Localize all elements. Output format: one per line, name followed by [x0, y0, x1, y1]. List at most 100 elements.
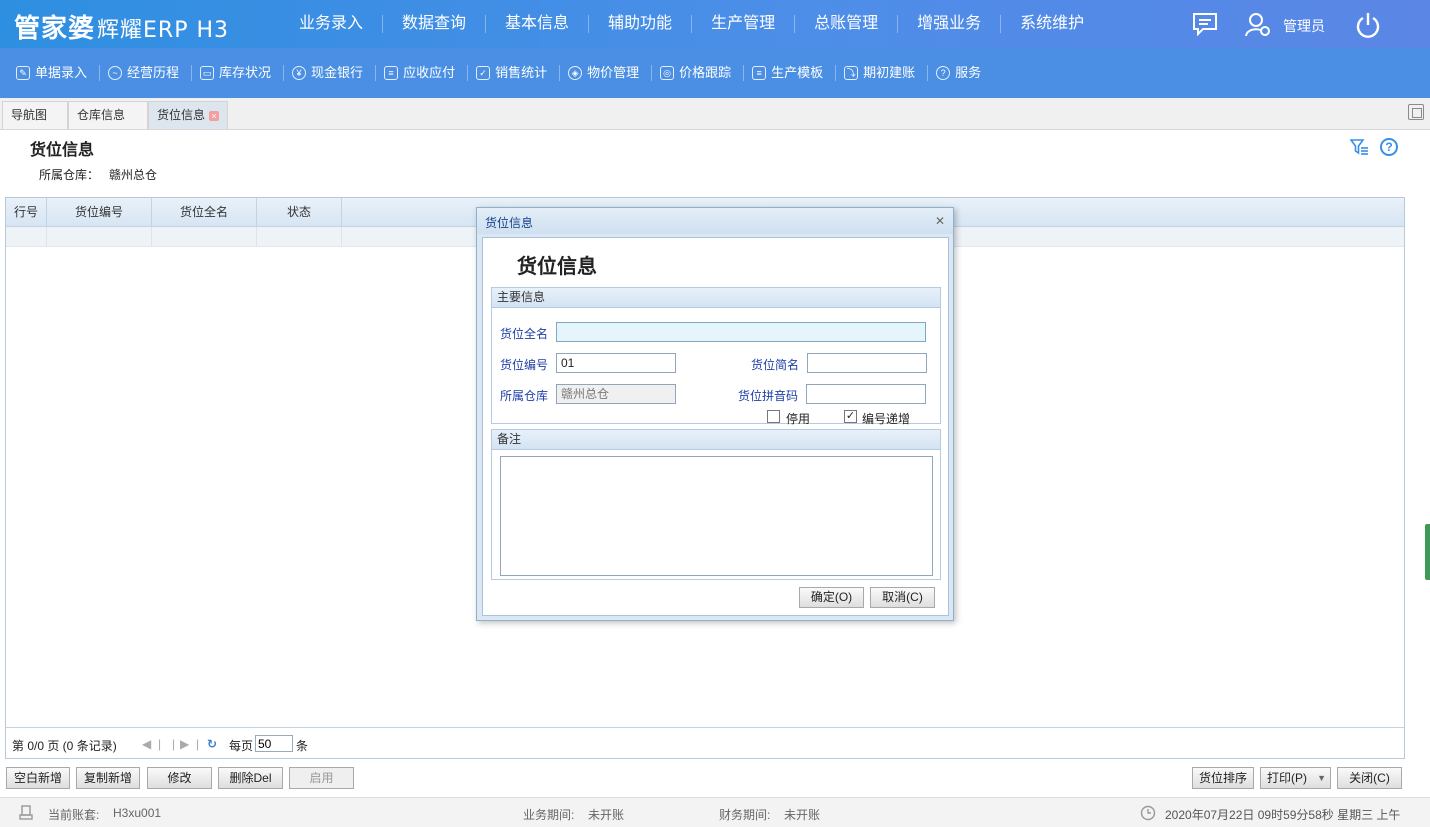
main-info-header: 主要信息: [492, 288, 940, 308]
nav-general-ledger[interactable]: 总账管理: [795, 15, 899, 33]
help-icon: ?: [936, 66, 951, 80]
notes-textarea[interactable]: [500, 456, 933, 576]
per-page-input[interactable]: [255, 735, 293, 752]
account-icon: [19, 805, 33, 820]
sort-locations-button[interactable]: 货位排序: [1192, 767, 1254, 789]
close-button[interactable]: 关闭(C): [1337, 767, 1402, 789]
ok-button[interactable]: 确定(O): [799, 587, 864, 608]
nav-enhanced[interactable]: 增强业务: [898, 15, 1002, 33]
biz-period-label: 业务期间:: [523, 808, 575, 822]
per-page-label: 每页: [229, 739, 254, 753]
help-icon[interactable]: ?: [1380, 138, 1398, 156]
blank-add-button[interactable]: 空白新增: [6, 767, 70, 789]
pager-divider: |: [158, 737, 162, 751]
toolbar-sales-stats[interactable]: ✓ 销售统计: [468, 65, 561, 81]
warehouse-info: 所属仓库： 赣州总仓: [39, 166, 157, 183]
auto-increment-checkbox[interactable]: ✓: [844, 410, 857, 423]
tab-warehouse-info[interactable]: 仓库信息: [68, 101, 148, 129]
toolbar-receivable[interactable]: ≡ 应收应付: [376, 65, 469, 81]
status-bar: 当前账套: H3xu001 业务期间: 未开账 财务期间: 未开账 2020年0…: [0, 797, 1430, 827]
fin-period-value: 未开账: [784, 808, 821, 822]
sales-stats-icon: ✓: [476, 66, 491, 80]
receivable-icon: ≡: [384, 66, 399, 80]
print-button[interactable]: 打印(P) ▼: [1260, 767, 1331, 789]
full-name-input[interactable]: [556, 322, 926, 342]
enable-button[interactable]: 启用: [289, 767, 354, 789]
pager-divider: |: [172, 737, 176, 751]
opening-account-icon: ⤵: [844, 66, 859, 80]
dialog-title-bar[interactable]: 货位信息 ✕: [477, 208, 953, 234]
refresh-icon[interactable]: ↻: [207, 737, 217, 751]
toolbar-opening-account[interactable]: ⤵ 期初建账: [836, 65, 929, 81]
power-icon[interactable]: [1355, 12, 1381, 38]
pager: 第 0/0 页 (0 条记录) ◀ | | ▶ | ↻ 每页 条: [6, 727, 1404, 758]
prev-page-icon[interactable]: ◀: [142, 737, 151, 751]
history-icon: ~: [108, 66, 123, 80]
price-manage-icon: ◈: [568, 66, 583, 80]
price-track-icon: ◎: [660, 66, 675, 80]
template-icon: ≡: [752, 66, 767, 80]
warehouse-input[interactable]: 赣州总仓: [556, 384, 676, 404]
toolbar-history[interactable]: ~ 经营历程: [100, 65, 193, 81]
money-icon: ¥: [292, 66, 307, 80]
column-status[interactable]: 状态: [257, 198, 342, 227]
dialog-body: 货位信息 主要信息 货位全名 货位编号 01 货位简名 所属仓库 赣州总仓 货位…: [482, 237, 949, 616]
restore-window-icon[interactable]: [1408, 104, 1424, 120]
close-icon[interactable]: ✕: [935, 214, 945, 228]
tab-navigation[interactable]: 导航图: [2, 101, 68, 129]
nav-data-query[interactable]: 数据查询: [383, 15, 487, 33]
column-location-name[interactable]: 货位全名: [152, 198, 257, 227]
delete-button[interactable]: 删除Del: [218, 767, 283, 789]
dropdown-arrow-icon[interactable]: ▼: [1317, 768, 1326, 788]
account-label: 当前账套:: [48, 808, 100, 822]
toolbar-price-track[interactable]: ◎ 价格跟踪: [652, 65, 745, 81]
nav-aux-functions[interactable]: 辅助功能: [589, 15, 693, 33]
copy-add-button[interactable]: 复制新增: [76, 767, 140, 789]
clock-icon: [1140, 805, 1156, 821]
nav-business-entry[interactable]: 业务录入: [280, 15, 384, 33]
auto-increment-label: 编号递增: [862, 412, 911, 426]
user-icon[interactable]: [1245, 12, 1271, 38]
user-name[interactable]: 管理员: [1283, 16, 1325, 36]
cancel-button[interactable]: 取消(C): [870, 587, 935, 608]
filter-icon[interactable]: [1350, 138, 1370, 158]
column-row-number[interactable]: 行号: [6, 198, 47, 227]
toolbar-production-template[interactable]: ≡ 生产模板: [744, 65, 837, 81]
fin-period-label: 财务期间:: [719, 808, 771, 822]
disable-checkbox[interactable]: [767, 410, 780, 423]
dialog-heading: 货位信息: [517, 254, 597, 278]
pinyin-input[interactable]: [806, 384, 926, 404]
column-location-code[interactable]: 货位编号: [47, 198, 152, 227]
dialog-window-title: 货位信息: [485, 216, 534, 230]
edit-button[interactable]: 修改: [147, 767, 212, 789]
nav-system[interactable]: 系统维护: [1001, 15, 1103, 33]
warehouse-label: 所属仓库：: [39, 168, 100, 182]
toolbar-document-entry[interactable]: ✎ 单据录入: [8, 65, 101, 81]
toolbar-inventory[interactable]: ▭ 库存状况: [192, 65, 285, 81]
pinyin-label: 货位拼音码: [738, 389, 799, 403]
tab-location-info[interactable]: 货位信息 ×: [148, 101, 228, 129]
table-cell: [152, 227, 257, 247]
biz-period-value: 未开账: [588, 808, 625, 822]
nav-production[interactable]: 生产管理: [692, 15, 796, 33]
logo-sub: 辉耀ERP H3: [97, 18, 230, 43]
toolbar-price-manage[interactable]: ◈ 物价管理: [560, 65, 653, 81]
location-dialog: 货位信息 ✕ 货位信息 主要信息 货位全名 货位编号 01 货位简名 所属仓库 …: [476, 207, 954, 621]
edit-icon: ✎: [16, 66, 30, 80]
page-summary: 第 0/0 页 (0 条记录): [12, 739, 117, 753]
message-icon[interactable]: [1192, 12, 1218, 36]
code-input[interactable]: 01: [556, 353, 676, 373]
toolbar-cash-bank[interactable]: ¥ 现金银行: [284, 65, 377, 81]
account-value: H3xu001: [113, 806, 162, 820]
quick-toolbar: ✎ 单据录入 ~ 经营历程 ▭ 库存状况 ¥ 现金银行 ≡ 应收应付 ✓ 销售统计 ◈ 物价管…: [0, 48, 1430, 98]
next-page-icon[interactable]: ▶: [180, 737, 189, 751]
close-tab-icon[interactable]: ×: [209, 110, 220, 121]
pager-divider: |: [196, 737, 200, 751]
nav-basic-info[interactable]: 基本信息: [486, 15, 590, 33]
logo-main: 管家婆: [14, 14, 96, 44]
side-panel-handle[interactable]: [1425, 524, 1430, 580]
toolbar-service[interactable]: ? 服务: [928, 65, 993, 81]
per-page-unit: 条: [296, 739, 309, 753]
short-name-input[interactable]: [807, 353, 927, 373]
page-title: 货位信息: [30, 142, 95, 159]
